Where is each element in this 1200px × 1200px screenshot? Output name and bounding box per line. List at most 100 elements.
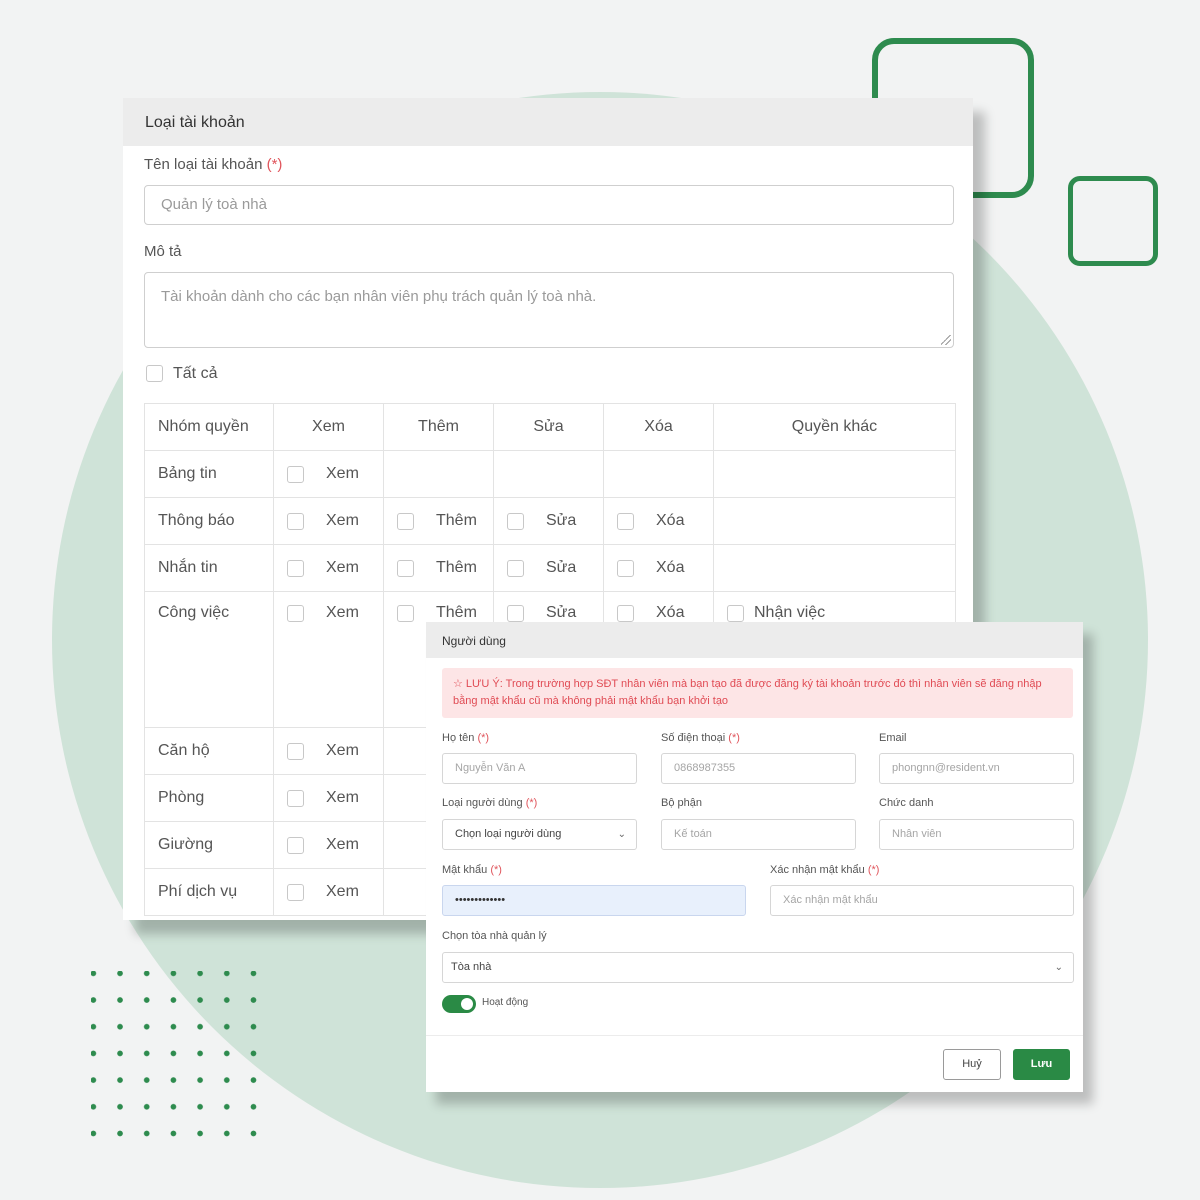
- permission-label: Xóa: [656, 512, 685, 529]
- select-all-row: Tất cả: [146, 365, 217, 383]
- description-textarea[interactable]: Tài khoản dành cho các bạn nhân viên phụ…: [144, 272, 954, 348]
- department-input[interactable]: Kế toán: [661, 819, 856, 850]
- table-header-row: Nhóm quyền Xem Thêm Sửa Xóa Quyền khác: [144, 403, 956, 451]
- select-all-checkbox[interactable]: [146, 365, 163, 383]
- header-view: Xem: [273, 403, 384, 451]
- email-input[interactable]: phongnn@resident.vn: [879, 753, 1074, 784]
- permission-checkbox-view[interactable]: [287, 789, 304, 807]
- panel-title: Loại tài khoản: [123, 98, 973, 146]
- permission-option: Thêm: [384, 559, 493, 577]
- permission-checkbox-delete[interactable]: [617, 512, 634, 530]
- permission-checkbox-view[interactable]: [287, 883, 304, 901]
- permission-label: Sửa: [546, 604, 577, 621]
- permission-cell-add: Thêm: [383, 544, 494, 592]
- permission-cell-view: Xem: [273, 727, 384, 775]
- permission-label: Xem: [326, 604, 359, 621]
- permission-checkbox-edit[interactable]: [507, 512, 524, 530]
- permission-checkbox-add[interactable]: [397, 604, 414, 622]
- table-row: Bảng tin Xem: [144, 450, 956, 498]
- decorative-square-small: [1068, 176, 1158, 266]
- permission-checkbox-other[interactable]: [727, 604, 744, 622]
- password-label: Mật khẩu (*): [442, 864, 502, 876]
- permission-option: Thêm: [384, 512, 493, 530]
- active-label: Hoạt động: [482, 997, 529, 1008]
- permission-label: Thêm: [436, 604, 477, 621]
- permission-checkbox-delete[interactable]: [617, 604, 634, 622]
- permission-label: Xem: [326, 512, 359, 529]
- chevron-down-icon: ⌄: [617, 829, 626, 840]
- permission-checkbox-edit[interactable]: [507, 604, 524, 622]
- permission-cell-view: Xem: [273, 821, 384, 869]
- permission-checkbox-edit[interactable]: [507, 559, 524, 577]
- permission-checkbox-view[interactable]: [287, 465, 304, 483]
- permission-group-name: Căn hộ: [144, 727, 274, 775]
- save-button[interactable]: Lưu: [1013, 1049, 1070, 1080]
- permission-option: Sửa: [494, 512, 603, 530]
- permission-checkbox-view[interactable]: [287, 836, 304, 854]
- permission-label: Nhận việc: [754, 604, 826, 621]
- permission-group-name: Nhắn tin: [144, 544, 274, 592]
- header-other: Quyền khác: [713, 403, 956, 451]
- table-row: Thông báo Xem Thêm Sửa Xóa: [144, 497, 956, 545]
- account-type-name-label: Tên loại tài khoản (*): [144, 156, 283, 173]
- permission-cell-view: Xem: [273, 591, 384, 728]
- full-name-input[interactable]: Nguyễn Văn A: [442, 753, 637, 784]
- user-panel: Người dùng ☆ LƯU Ý: Trong trường hợp SĐT…: [426, 622, 1083, 1092]
- permission-checkbox-view[interactable]: [287, 742, 304, 760]
- permission-checkbox-delete[interactable]: [617, 559, 634, 577]
- account-type-name-input[interactable]: Quản lý toà nhà: [144, 185, 954, 225]
- permission-label: Sửa: [546, 559, 577, 576]
- permission-cell-other: [713, 544, 956, 592]
- position-label: Chức danh: [879, 797, 934, 809]
- permission-option: Xem: [274, 836, 383, 854]
- permission-group-name: Phí dịch vụ: [144, 868, 274, 916]
- permission-group-name: Công việc: [144, 591, 274, 728]
- header-delete: Xóa: [603, 403, 714, 451]
- phone-label: Số điện thoại (*): [661, 732, 740, 744]
- password-input[interactable]: •••••••••••••: [442, 885, 746, 916]
- permission-cell-other: [713, 450, 956, 498]
- required-mark: (*): [266, 156, 283, 173]
- cancel-button[interactable]: Huỷ: [943, 1049, 1001, 1080]
- permission-group-name: Thông báo: [144, 497, 274, 545]
- confirm-password-input[interactable]: Xác nhận mật khẩu: [770, 885, 1074, 916]
- email-label: Email: [879, 732, 907, 744]
- permission-checkbox-view[interactable]: [287, 559, 304, 577]
- permission-option: Xem: [274, 512, 383, 530]
- permission-checkbox-view[interactable]: [287, 604, 304, 622]
- permission-cell-view: Xem: [273, 497, 384, 545]
- resize-handle-icon[interactable]: [941, 335, 951, 345]
- building-select[interactable]: Tòa nhà ⌄: [442, 952, 1074, 983]
- permission-option: Nhận việc: [714, 604, 955, 622]
- permission-cell-view: Xem: [273, 450, 384, 498]
- permission-checkbox-add[interactable]: [397, 559, 414, 577]
- permission-cell-edit: [493, 450, 604, 498]
- permission-label: Thêm: [436, 512, 477, 529]
- confirm-password-label: Xác nhận mật khẩu (*): [770, 864, 880, 876]
- header-edit: Sửa: [493, 403, 604, 451]
- permission-cell-view: Xem: [273, 544, 384, 592]
- permission-checkbox-add[interactable]: [397, 512, 414, 530]
- table-row: Nhắn tin Xem Thêm Sửa Xóa: [144, 544, 956, 592]
- permission-label: Xóa: [656, 559, 685, 576]
- phone-input[interactable]: 0868987355: [661, 753, 856, 784]
- permission-label: Xem: [326, 742, 359, 759]
- permission-group-name: Phòng: [144, 774, 274, 822]
- permission-option: Sửa: [494, 604, 603, 622]
- permission-checkbox-view[interactable]: [287, 512, 304, 530]
- select-all-label: Tất cả: [173, 365, 218, 382]
- position-input[interactable]: Nhân viên: [879, 819, 1074, 850]
- permission-option: Xóa: [604, 512, 713, 530]
- permission-option: Thêm: [384, 604, 493, 622]
- permission-cell-delete: [603, 450, 714, 498]
- permission-group-name: Giường: [144, 821, 274, 869]
- user-type-label: Loại người dùng (*): [442, 797, 538, 809]
- active-toggle[interactable]: [442, 995, 476, 1013]
- permission-cell-edit: Sửa: [493, 497, 604, 545]
- permission-label: Sửa: [546, 512, 577, 529]
- permission-cell-view: Xem: [273, 774, 384, 822]
- permission-label: Xóa: [656, 604, 685, 621]
- permission-option: Xem: [274, 789, 383, 807]
- user-type-select[interactable]: Chọn loại người dùng ⌄: [442, 819, 637, 850]
- permission-label: Xem: [326, 836, 359, 853]
